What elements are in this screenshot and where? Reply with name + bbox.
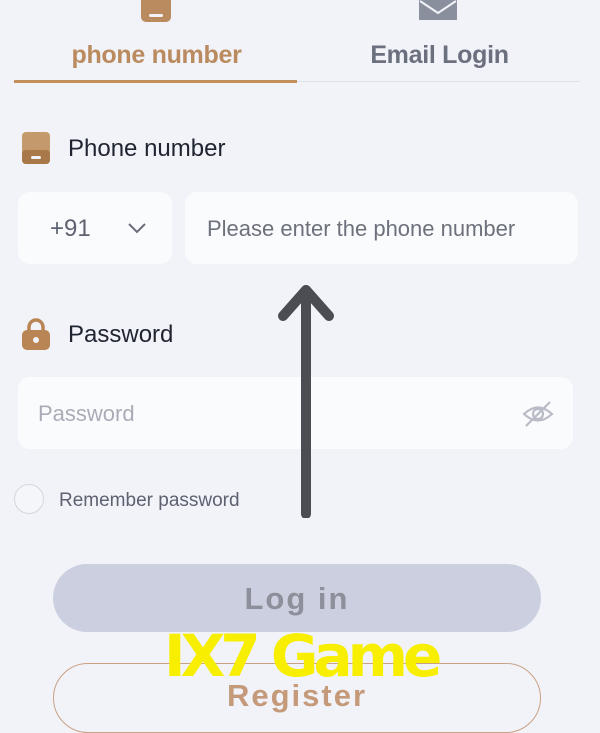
chevron-down-icon: [128, 223, 146, 234]
phone-icon: [141, 0, 171, 22]
phone-number-label-text: Phone number: [68, 135, 226, 162]
country-code-select[interactable]: +91: [18, 192, 172, 264]
login-button-label: Log in: [244, 581, 350, 616]
remember-password-checkbox[interactable]: [14, 484, 44, 514]
tab-email-label: Email Login: [370, 41, 509, 69]
phone-number-input[interactable]: Please enter the phone number: [185, 192, 578, 264]
phone-number-label: Phone number: [18, 130, 318, 170]
tab-email-login[interactable]: Email Login: [297, 0, 582, 82]
tab-divider: [297, 81, 580, 82]
remember-password-option[interactable]: Remember password: [14, 484, 274, 516]
remember-password-label: Remember password: [59, 490, 240, 511]
eye-off-icon[interactable]: [521, 399, 555, 429]
tab-phone-label: phone number: [71, 41, 242, 69]
phone-number-placeholder: Please enter the phone number: [207, 216, 516, 241]
lock-icon: [22, 318, 50, 350]
arrow-up-icon: [278, 285, 334, 518]
tab-phone-number[interactable]: phone number: [14, 0, 299, 82]
active-tab-indicator: [14, 80, 297, 83]
password-label-text: Password: [68, 321, 174, 348]
password-placeholder: Password: [38, 401, 135, 426]
login-method-tabs: phone number Email Login: [0, 0, 600, 84]
country-code-value: +91: [50, 215, 91, 242]
mail-icon: [419, 0, 457, 20]
watermark-text: IX7 Game: [164, 622, 440, 690]
password-label: Password: [18, 316, 318, 356]
phone-icon: [22, 132, 50, 164]
watermark-logo: IX7 Game: [164, 622, 445, 690]
